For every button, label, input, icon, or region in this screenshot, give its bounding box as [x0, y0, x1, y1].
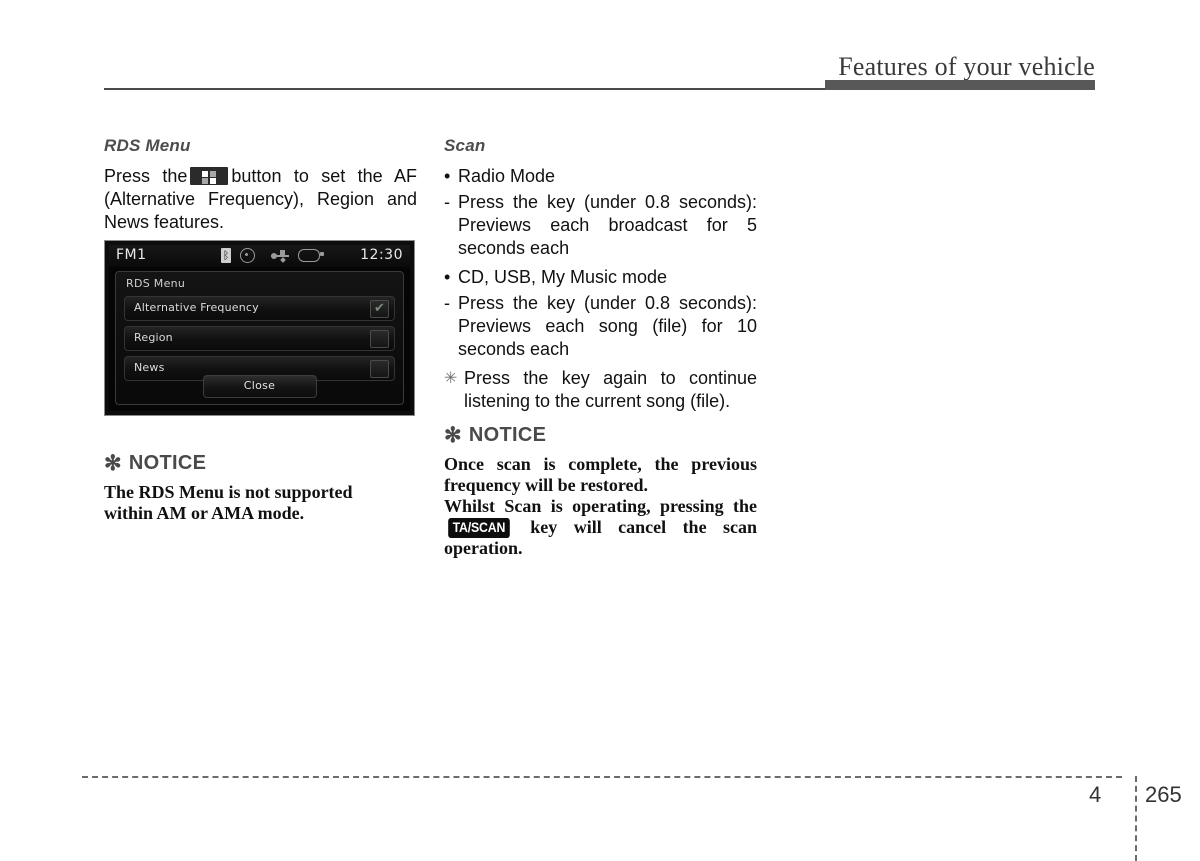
list-item-text: CD, USB, My Music mode: [458, 267, 668, 287]
grid-cell-3: [202, 178, 209, 184]
notice-paragraph-2: Whilst Scan is operating, pressing the T…: [444, 496, 757, 559]
grid-cell-2: [210, 171, 217, 177]
notice-line-2: within AM or AMA mode.: [104, 503, 305, 523]
lcd-close-button[interactable]: Close: [202, 375, 317, 398]
rds-menu-heading: RDS Menu: [104, 136, 191, 155]
lcd-inner: FM1 ᛒ 12:30 RDS Menu Alternative Frequen…: [109, 245, 410, 411]
checkbox-unchecked-icon[interactable]: [370, 330, 389, 348]
lcd-status-icons: ᛒ: [221, 248, 324, 263]
list-item-text: Radio Mode: [458, 166, 556, 186]
notice-star-icon: ✻: [444, 424, 462, 447]
aux-device-icon: [298, 249, 324, 262]
usb-icon: [271, 249, 289, 263]
notice-title: NOTICE: [128, 452, 207, 474]
notice-body: Once scan is complete, the previous freq…: [444, 454, 757, 559]
bullet-dash-icon: -: [444, 293, 450, 313]
grid-cell-1: [202, 171, 209, 177]
lcd-clock: 12:30: [360, 247, 403, 263]
list-item-text: Press the key again to continue listenin…: [464, 368, 757, 411]
scan-heading: Scan: [444, 136, 486, 155]
list-item: ✳ Press the key again to continue listen…: [444, 367, 757, 413]
lcd-option-alternative-frequency[interactable]: Alternative Frequency ✔: [124, 296, 395, 321]
ta-scan-key-badge: TA/SCAN: [448, 518, 510, 538]
bullet-dot-icon: •: [444, 166, 451, 186]
checkbox-checked-icon[interactable]: ✔: [370, 300, 389, 318]
right-column: Scan • Radio Mode - Press the key (under…: [444, 136, 757, 413]
notice-heading: ✻ NOTICE: [104, 452, 417, 475]
footer-divider-vertical: [1135, 776, 1137, 861]
lcd-option-label: News: [134, 361, 165, 374]
lcd-option-region[interactable]: Region: [124, 326, 395, 351]
rds-paragraph-before: Press the: [104, 166, 188, 186]
lcd-dialog-title: RDS Menu: [126, 277, 186, 290]
grid-button-icon: [190, 167, 229, 185]
lcd-option-list: Alternative Frequency ✔ Region News: [124, 296, 395, 386]
notice-heading: ✻ NOTICE: [444, 424, 757, 447]
notice-para2-before: Whilst Scan is operating, pressing the: [444, 496, 757, 516]
page-header: Features of your vehicle: [0, 0, 1200, 95]
grid-cell-4: [210, 178, 217, 184]
bullet-dot-icon: •: [444, 267, 451, 287]
notice-line-1: The RDS Menu is not supported: [104, 482, 353, 502]
lcd-option-label: Region: [134, 331, 173, 344]
notice-title: NOTICE: [468, 424, 547, 446]
notice-body: The RDS Menu is not supported within AM …: [104, 482, 417, 524]
bullet-dash-icon: -: [444, 192, 450, 212]
checkbox-unchecked-icon[interactable]: [370, 360, 389, 378]
lcd-option-label: Alternative Frequency: [134, 301, 259, 314]
right-notice-block: ✻ NOTICE Once scan is complete, the prev…: [444, 424, 757, 559]
rds-menu-paragraph: Press the button to set the AF (Alternati…: [104, 165, 417, 234]
page-title: Features of your vehicle: [838, 52, 1095, 81]
bullet-star-icon: ✳: [444, 370, 458, 387]
lcd-status-bar: FM1 ᛒ 12:30: [109, 245, 410, 267]
list-item: • Radio Mode: [444, 165, 757, 188]
footer-page-number: 265: [1145, 782, 1182, 807]
notice-star-icon: ✻: [104, 452, 122, 475]
footer-chapter-number: 4: [1089, 782, 1102, 807]
notice-paragraph-1: Once scan is complete, the previous freq…: [444, 454, 757, 495]
list-item-text: Press the key (under 0.8 seconds): Previ…: [458, 192, 757, 258]
list-item: • CD, USB, My Music mode: [444, 266, 757, 289]
lcd-dialog-panel: RDS Menu Alternative Frequency ✔ Region …: [115, 271, 404, 405]
lcd-source-label: FM1: [116, 247, 147, 263]
left-notice-block: ✻ NOTICE The RDS Menu is not supported w…: [104, 452, 417, 524]
list-item: - Press the key (under 0.8 seconds): Pre…: [444, 292, 757, 361]
header-rule-block: [825, 80, 1095, 90]
lcd-screenshot-figure: FM1 ᛒ 12:30 RDS Menu Alternative Frequen…: [104, 240, 415, 416]
list-item-text: Press the key (under 0.8 seconds): Previ…: [458, 293, 757, 359]
bluetooth-icon: ᛒ: [221, 248, 231, 263]
disc-icon: [240, 248, 255, 263]
list-item: - Press the key (under 0.8 seconds): Pre…: [444, 191, 757, 260]
footer-divider-horizontal: [82, 776, 1122, 778]
left-column: RDS Menu Press the button to set the AF (…: [104, 136, 417, 234]
